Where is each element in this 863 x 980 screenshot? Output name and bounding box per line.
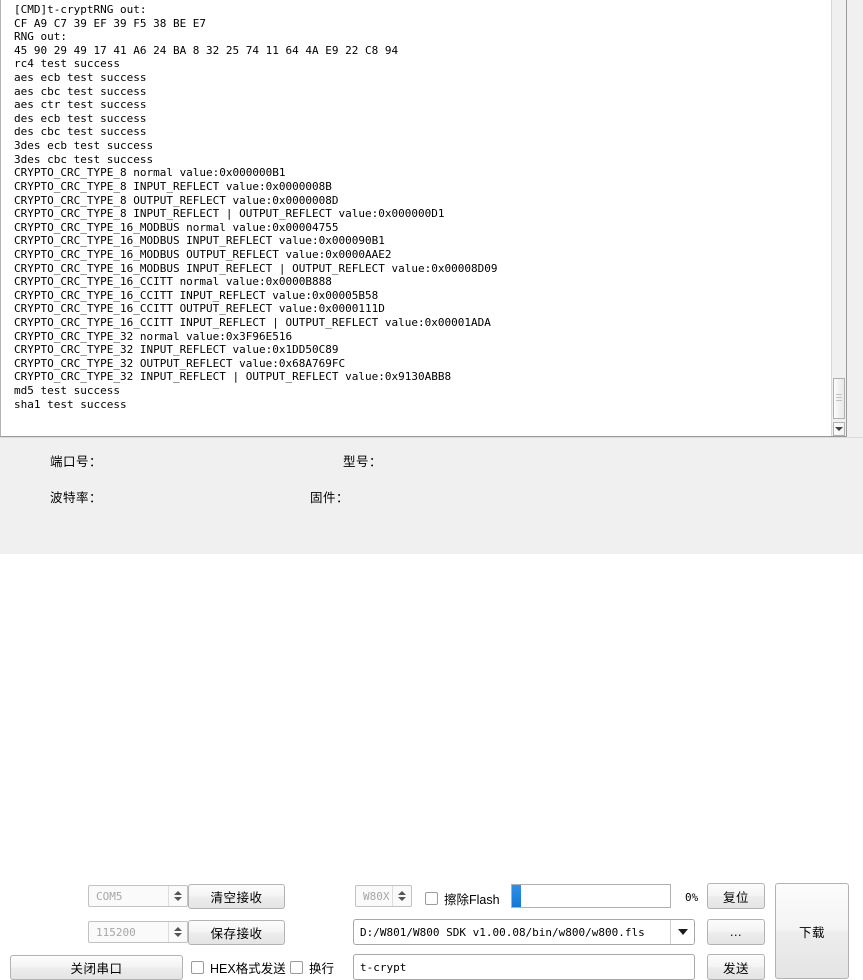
baud-rate-select[interactable]: 115200 — [88, 921, 188, 943]
port-label: 端口号： — [49, 455, 102, 469]
firmware-dropdown-button[interactable] — [670, 920, 694, 944]
browse-firmware-button[interactable]: ... — [707, 919, 765, 945]
erase-flash-label: 擦除Flash — [444, 893, 500, 907]
receive-log-line: 3des ecb test success — [14, 139, 154, 153]
chevron-up-icon — [174, 927, 182, 931]
baud-rate-value: 115200 — [96, 925, 136, 939]
clear-receive-button[interactable]: 清空接收 — [188, 884, 285, 909]
chevron-down-icon — [677, 929, 688, 935]
receive-log-line: CRYPTO_CRC_TYPE_16_MODBUS INPUT_REFLECT … — [14, 261, 498, 275]
save-receive-button[interactable]: 保存接收 — [188, 920, 285, 945]
receive-scrollbar[interactable] — [831, 0, 846, 436]
receive-log-line: RNG out: — [14, 30, 67, 44]
send-text-value: t-crypt — [360, 960, 407, 974]
receive-log-line: CRYPTO_CRC_TYPE_32 OUTPUT_REFLECT value:… — [14, 356, 346, 370]
firmware-label: 固件： — [309, 491, 349, 505]
scrollbar-thumb[interactable] — [833, 378, 845, 419]
chevron-down-icon — [174, 897, 182, 901]
chevron-down-icon — [835, 427, 843, 431]
receive-log-line: aes ctr test success — [14, 98, 147, 112]
receive-log-line: CRYPTO_CRC_TYPE_16_MODBUS INPUT_REFLECT … — [14, 234, 385, 248]
newline-label: 换行 — [309, 962, 335, 976]
firmware-path-combo[interactable]: D:/W801/W800 SDK v1.00.08/bin/w800/w800.… — [353, 919, 695, 945]
receive-log-line: rc4 test success — [14, 57, 120, 71]
receive-log-line: CRYPTO_CRC_TYPE_8 OUTPUT_REFLECT value:0… — [14, 193, 339, 207]
scrollbar-grip-icon — [836, 394, 842, 401]
receive-log-line: CRYPTO_CRC_TYPE_16_MODBUS OUTPUT_REFLECT… — [14, 247, 392, 261]
firmware-path-value: D:/W801/W800 SDK v1.00.08/bin/w800/w800.… — [360, 925, 645, 939]
receive-log-line: CRYPTO_CRC_TYPE_32 INPUT_REFLECT | OUTPU… — [14, 370, 452, 384]
scroll-down-button[interactable] — [833, 422, 845, 436]
newline-checkbox[interactable]: 换行 — [290, 958, 334, 977]
baud-rate-label: 波特率： — [49, 491, 102, 505]
model-label-wrap: 型号： — [320, 451, 382, 470]
progress-fill — [512, 885, 521, 907]
receive-log-line: CRYPTO_CRC_TYPE_16_CCITT OUTPUT_REFLECT … — [14, 302, 385, 316]
hex-send-label: HEX格式发送 — [210, 962, 286, 976]
model-spinner[interactable] — [393, 886, 411, 906]
serial-tool-window: [CMD]t-cryptRNG out: CF A9 C7 39 EF 39 F5… — [0, 0, 863, 980]
close-port-button[interactable]: 关闭串口 — [10, 955, 183, 980]
port-label-wrap: 端口号： — [28, 451, 102, 470]
receive-log-line: CRYPTO_CRC_TYPE_8 normal value:0x000000B… — [14, 166, 286, 180]
model-select-value: W80X — [363, 889, 390, 903]
erase-flash-checkbox[interactable]: 擦除Flash — [425, 889, 500, 908]
receive-log: [CMD]t-cryptRNG out: CF A9 C7 39 EF 39 F5… — [1, 0, 831, 411]
receive-log-line: CRYPTO_CRC_TYPE_16_CCITT normal value:0x… — [14, 275, 332, 289]
receive-log-line: des ecb test success — [14, 111, 147, 125]
port-spinner[interactable] — [169, 886, 187, 906]
receive-log-line: CF A9 C7 39 EF 39 F5 38 BE E7 — [14, 16, 207, 30]
receive-log-line: sha1 test success — [14, 397, 127, 411]
scrollbar-track[interactable] — [832, 0, 846, 420]
send-button[interactable]: 发送 — [707, 954, 765, 980]
checkbox-box[interactable] — [290, 961, 303, 974]
receive-log-line: CRYPTO_CRC_TYPE_16_MODBUS normal value:0… — [14, 220, 339, 234]
receive-log-line: CRYPTO_CRC_TYPE_16_CCITT INPUT_REFLECT |… — [14, 316, 491, 330]
receive-log-line: [CMD]t-cryptRNG out: — [14, 3, 147, 16]
checkbox-box[interactable] — [425, 892, 438, 905]
chevron-up-icon — [398, 891, 406, 895]
chevron-down-icon — [174, 933, 182, 937]
receive-log-line: CRYPTO_CRC_TYPE_16_CCITT INPUT_REFLECT v… — [14, 288, 379, 302]
baud-spinner[interactable] — [169, 922, 187, 942]
receive-log-line: aes ecb test success — [14, 71, 147, 85]
receive-log-line: des cbc test success — [14, 125, 147, 139]
progress-percent-label: 0% — [685, 891, 699, 904]
chevron-up-icon — [174, 891, 182, 895]
receive-log-line: 3des cbc test success — [14, 152, 154, 166]
reset-button[interactable]: 复位 — [707, 883, 765, 909]
firmware-label-wrap: 固件： — [294, 487, 349, 506]
send-text-input[interactable]: t-crypt — [353, 954, 695, 980]
receive-log-line: aes cbc test success — [14, 84, 147, 98]
receive-text-viewport[interactable]: [CMD]t-cryptRNG out: CF A9 C7 39 EF 39 F5… — [1, 0, 831, 436]
checkbox-box[interactable] — [191, 961, 204, 974]
baud-label-wrap: 波特率： — [28, 487, 102, 506]
model-label: 型号： — [342, 455, 382, 469]
receive-log-line: CRYPTO_CRC_TYPE_32 INPUT_REFLECT value:0… — [14, 343, 339, 357]
receive-log-line: md5 test success — [14, 384, 120, 398]
receive-area[interactable]: [CMD]t-cryptRNG out: CF A9 C7 39 EF 39 F5… — [0, 0, 847, 437]
receive-log-line: CRYPTO_CRC_TYPE_8 INPUT_REFLECT | OUTPUT… — [14, 207, 445, 221]
receive-log-line: 45 90 29 49 17 41 A6 24 BA 8 32 25 74 11… — [14, 43, 399, 57]
panel-divider — [0, 437, 863, 438]
control-panel: 端口号： COM5 清空接收 型号： W80X 擦除Flash 0% 复位 下载… — [0, 437, 863, 980]
receive-log-line: CRYPTO_CRC_TYPE_8 INPUT_REFLECT value:0x… — [14, 179, 332, 193]
model-select[interactable]: W80X — [355, 885, 412, 907]
download-progress-bar — [511, 884, 671, 908]
chevron-down-icon — [398, 897, 406, 901]
download-button[interactable]: 下载 — [775, 883, 849, 979]
port-select[interactable]: COM5 — [88, 885, 188, 907]
port-select-value: COM5 — [96, 889, 123, 903]
receive-log-line: CRYPTO_CRC_TYPE_32 normal value:0x3F96E5… — [14, 329, 293, 343]
hex-send-checkbox[interactable]: HEX格式发送 — [191, 958, 286, 977]
